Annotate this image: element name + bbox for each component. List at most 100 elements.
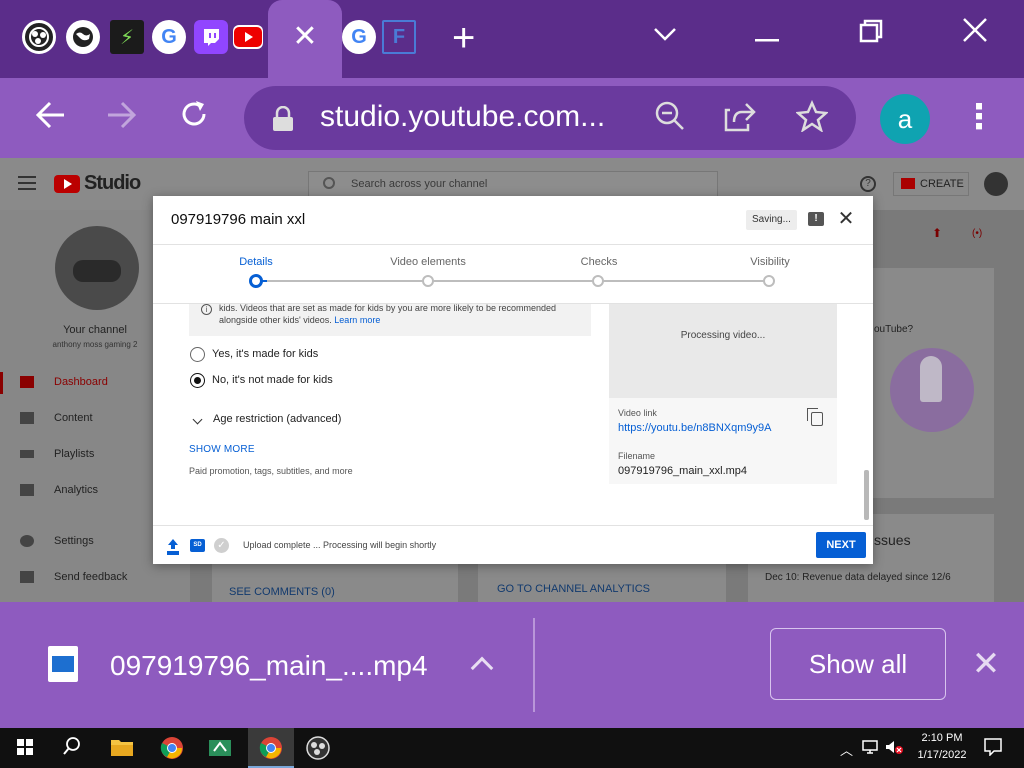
video-file-icon[interactable] <box>48 646 78 682</box>
clock-time[interactable]: 2:10 PM <box>912 732 972 744</box>
issues-heading: ssues <box>874 532 911 548</box>
obs-icon[interactable] <box>306 736 330 760</box>
copy-icon[interactable] <box>807 408 823 426</box>
clock-date[interactable]: 1/17/2022 <box>912 749 972 761</box>
close-icon[interactable]: ✕ <box>837 208 855 230</box>
forward-icon[interactable] <box>100 96 144 140</box>
restore-icon[interactable] <box>848 14 894 54</box>
network-icon[interactable] <box>862 740 878 757</box>
show-more-button[interactable]: SHOW MORE <box>189 444 255 455</box>
window-close-icon[interactable] <box>952 14 998 54</box>
hamburger-menu-icon[interactable] <box>18 176 36 190</box>
channel-avatar[interactable] <box>55 226 139 310</box>
new-tab-button[interactable]: + <box>452 18 475 58</box>
chevron-down-icon[interactable] <box>192 414 203 425</box>
browser-toolbar: studio.youtube.com... a ⋮ <box>0 78 1024 158</box>
search-icon[interactable] <box>62 736 86 760</box>
chevron-up-icon[interactable]: ︿ <box>840 740 853 759</box>
bookmark-star-icon[interactable] <box>794 99 830 136</box>
divider <box>533 618 535 712</box>
dialog-scrollbar[interactable] <box>864 470 869 520</box>
video-info-panel: Video link https://youtu.be/n8BNXqm9y9A … <box>609 398 837 484</box>
divider <box>153 525 873 526</box>
sidebar-item-send-feedback[interactable]: Send feedback <box>0 567 190 589</box>
content-icon <box>20 412 34 424</box>
notification-icon[interactable] <box>984 738 1002 759</box>
reload-icon[interactable] <box>172 96 216 140</box>
volume-muted-icon[interactable] <box>885 740 903 757</box>
chevron-up-icon[interactable] <box>470 656 494 680</box>
sd-quality-icon: SD <box>190 539 205 552</box>
close-icon[interactable]: ✕ <box>970 646 1002 682</box>
lock-icon <box>272 105 294 132</box>
twitch-icon[interactable] <box>194 20 228 54</box>
step-checks[interactable]: Checks <box>539 256 659 268</box>
share-icon[interactable] <box>722 100 758 136</box>
video-link-label: Video link <box>618 408 657 418</box>
app-icon[interactable] <box>208 736 232 760</box>
windows-start-icon[interactable] <box>15 736 39 760</box>
feedback-icon[interactable]: ! <box>808 212 824 226</box>
step-visibility[interactable]: Visibility <box>710 256 830 268</box>
step-dot-checks[interactable] <box>592 275 604 287</box>
studio-brand: Studio <box>84 172 141 194</box>
step-dot-video-elements[interactable] <box>422 275 434 287</box>
download-shelf: 097919796_main_....mp4 Show all ✕ <box>0 602 1024 728</box>
learn-more-link[interactable]: Learn more <box>334 315 380 325</box>
step-details[interactable]: Details <box>196 256 316 268</box>
made-for-kids-yes-radio[interactable] <box>190 347 205 362</box>
obs-icon[interactable] <box>22 20 56 54</box>
create-button[interactable]: CREATE <box>893 172 969 196</box>
globe-icon[interactable] <box>66 20 100 54</box>
saving-status-badge: Saving... <box>746 210 797 230</box>
processing-text: Processing video... <box>680 330 766 341</box>
help-icon[interactable]: ? <box>860 176 876 192</box>
chevron-down-icon[interactable] <box>642 14 688 54</box>
check-circle-icon: ✓ <box>214 538 229 553</box>
step-dot-details[interactable] <box>249 274 263 288</box>
chrome-icon[interactable] <box>259 736 283 760</box>
made-for-kids-no-radio[interactable] <box>190 373 205 388</box>
show-all-button[interactable]: Show all <box>770 628 946 700</box>
next-button[interactable]: NEXT <box>816 532 866 558</box>
more-menu-icon[interactable]: ⋮ <box>962 94 996 144</box>
lightning-icon[interactable]: ⚡ <box>110 20 144 54</box>
video-link[interactable]: https://youtu.be/n8BNXqm9y9A <box>618 422 771 434</box>
channel-analytics-link[interactable]: GO TO CHANNEL ANALYTICS <box>497 583 650 595</box>
news-question-text: ouTube? <box>874 324 914 335</box>
close-icon[interactable]: ✕ <box>290 22 320 52</box>
url-text[interactable]: studio.youtube.com... <box>320 100 605 134</box>
zoom-out-icon[interactable] <box>652 100 688 136</box>
back-icon[interactable] <box>28 96 72 140</box>
user-avatar[interactable] <box>984 172 1008 196</box>
made-for-kids-yes-label[interactable]: Yes, it's made for kids <box>212 348 318 360</box>
download-filename[interactable]: 097919796_main_....mp4 <box>110 650 428 682</box>
stepper-track <box>257 280 771 282</box>
age-restriction-toggle[interactable]: Age restriction (advanced) <box>213 413 341 425</box>
live-icon[interactable]: (•) <box>972 228 982 239</box>
minimize-icon[interactable] <box>744 14 790 54</box>
step-dot-visibility[interactable] <box>763 275 775 287</box>
google-icon[interactable]: G <box>152 20 186 54</box>
youtube-icon[interactable] <box>233 25 263 49</box>
address-bar[interactable]: studio.youtube.com... <box>244 86 856 150</box>
playlists-icon <box>20 450 34 458</box>
filename-label: Filename <box>618 451 656 461</box>
screen: ⚡ G ✕ G F + studio.youtube.com... a ⋮ St… <box>0 0 1024 768</box>
show-more-description: Paid promotion, tags, subtitles, and mor… <box>189 466 353 476</box>
filename-value: 097919796_main_xxl.mp4 <box>618 465 748 477</box>
google-icon[interactable]: G <box>342 20 376 54</box>
f-logo-icon[interactable]: F <box>382 20 416 54</box>
search-icon <box>323 177 335 189</box>
profile-avatar[interactable]: a <box>880 94 930 144</box>
see-comments-link[interactable]: SEE COMMENTS (0) <box>229 586 335 598</box>
step-video-elements[interactable]: Video elements <box>368 256 488 268</box>
file-explorer-icon[interactable] <box>110 736 134 760</box>
youtube-logo-icon[interactable] <box>54 175 80 193</box>
upload-icon[interactable]: ⬆ <box>932 226 942 240</box>
dialog-title: 097919796 main xxl <box>171 211 306 228</box>
upload-details-dialog: 097919796 main xxl Saving... ! ✕ Details… <box>153 196 873 564</box>
channel-search-input[interactable]: Search across your channel <box>308 171 718 197</box>
chrome-icon[interactable] <box>160 736 184 760</box>
made-for-kids-no-label[interactable]: No, it's not made for kids <box>212 374 333 386</box>
